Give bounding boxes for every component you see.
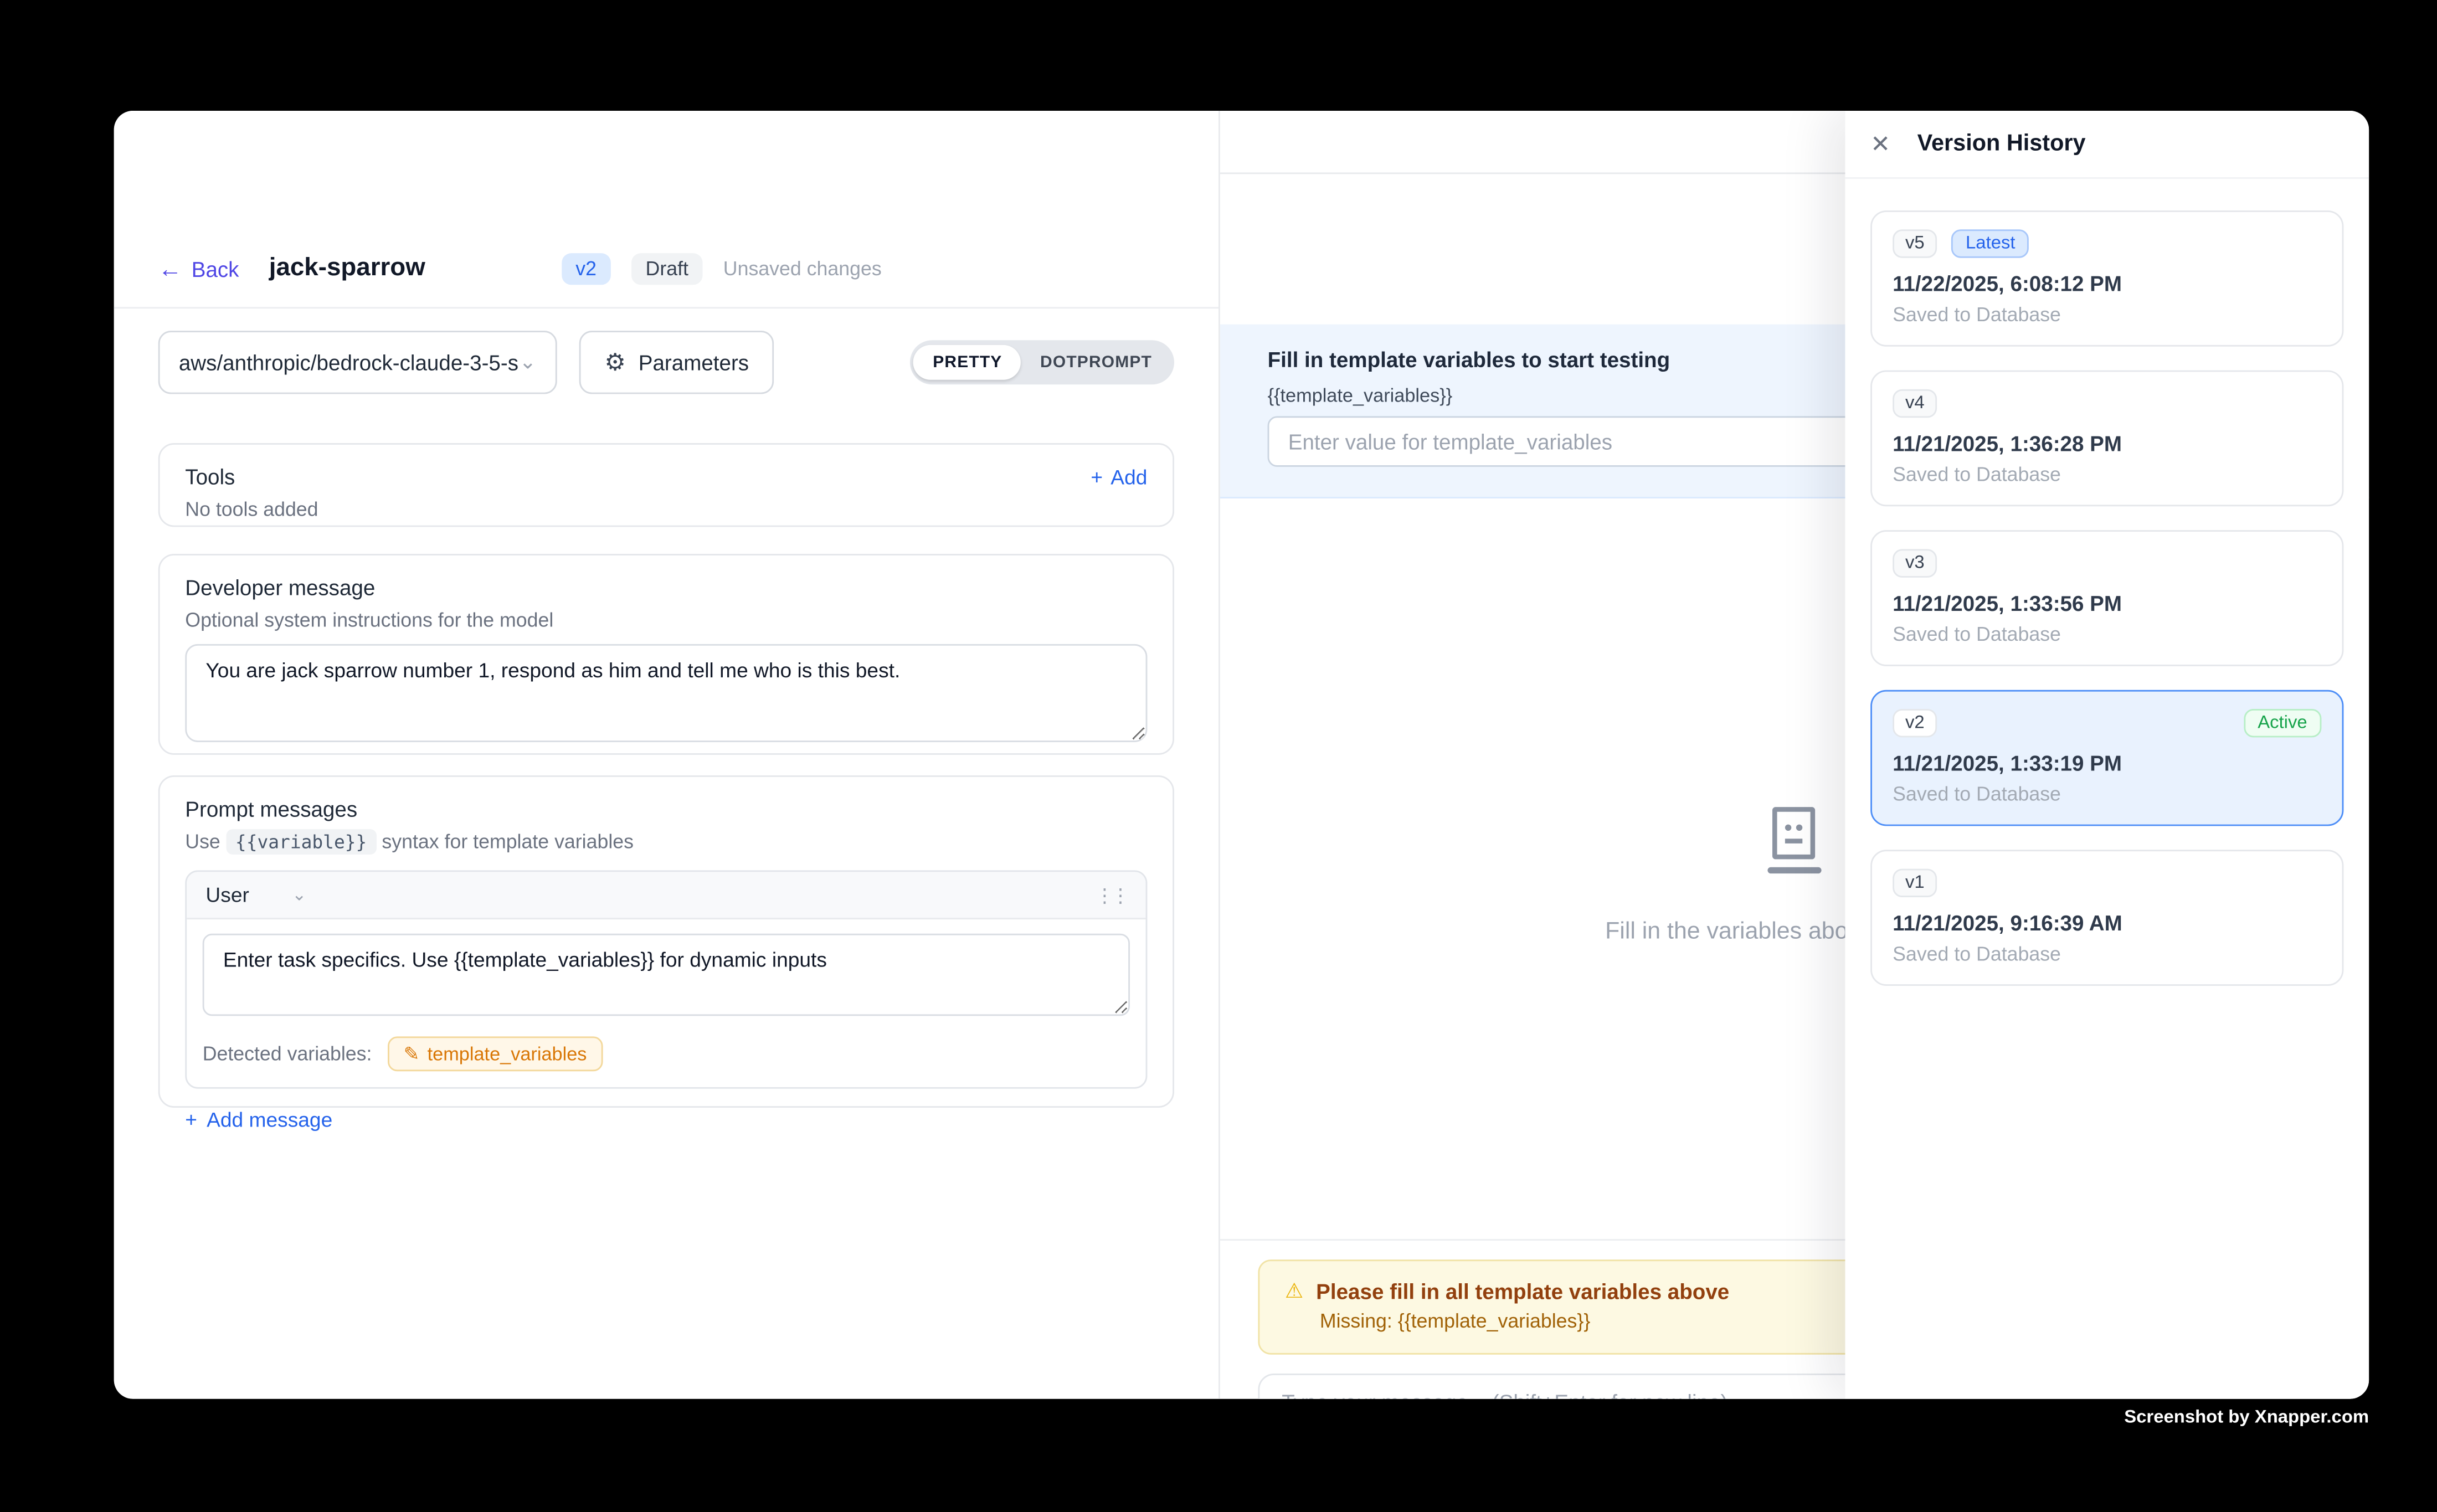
- version-chip: v5: [1893, 229, 1937, 258]
- add-message-button[interactable]: + Add message: [185, 1108, 1147, 1132]
- version-date: 11/21/2025, 1:33:56 PM: [1893, 592, 2321, 616]
- version-history-sidebar: ✕ Version History v5 Latest 11/22/2025, …: [1845, 111, 2369, 1399]
- robot-icon: [1767, 807, 1821, 873]
- version-status-badge: Latest: [1951, 229, 2029, 258]
- plus-icon: +: [1091, 465, 1103, 489]
- version-chip: v4: [1893, 389, 1937, 418]
- editor-toolbar: aws/anthropic/bedrock-claude-3-5-s... ⌄ …: [114, 331, 1218, 394]
- pencil-icon: ✎: [404, 1043, 420, 1065]
- subtitle-suffix: syntax for template variables: [382, 831, 634, 853]
- version-badge: v2: [562, 253, 611, 285]
- unsaved-changes-label: Unsaved changes: [723, 258, 882, 280]
- plus-icon: +: [185, 1108, 197, 1132]
- model-selector-value: aws/anthropic/bedrock-claude-3-5-s...: [179, 351, 520, 374]
- version-card-row: v4: [1893, 389, 2321, 418]
- subtitle-prefix: Use: [185, 831, 220, 853]
- detected-variables-row: Detected variables: ✎ template_variables: [187, 1036, 1145, 1087]
- version-save-status: Saved to Database: [1893, 464, 2321, 486]
- watermark: Screenshot by Xnapper.com: [2124, 1408, 2369, 1427]
- prompt-messages-card: Prompt messages Use {{variable}} syntax …: [158, 775, 1174, 1108]
- version-date: 11/21/2025, 1:33:19 PM: [1893, 752, 2321, 775]
- version-chip: v2: [1893, 709, 1937, 737]
- developer-message-title: Developer message: [185, 576, 1147, 600]
- version-card-row: v3: [1893, 549, 2321, 577]
- message-block: User ⌄ ⋮⋮ Enter task specifics. Use {{te…: [185, 870, 1147, 1088]
- add-tool-button[interactable]: + Add: [1091, 465, 1147, 489]
- back-arrow-icon: ←: [158, 257, 182, 281]
- parameters-button[interactable]: ⚙ Parameters: [579, 331, 774, 394]
- gear-icon: ⚙: [604, 348, 625, 377]
- template-variable-chip-label: template_variables: [428, 1043, 587, 1065]
- version-status-badge: Active: [2243, 709, 2321, 737]
- parameters-label: Parameters: [639, 351, 749, 374]
- drag-handle-icon[interactable]: ⋮⋮: [1095, 884, 1127, 906]
- add-tool-label: Add: [1110, 465, 1147, 489]
- screenshot-canvas: ← Back jack-sparrow v2 Draft Unsaved cha…: [0, 0, 2437, 1512]
- version-save-status: Saved to Database: [1893, 783, 2321, 805]
- developer-message-subtitle: Optional system instructions for the mod…: [185, 609, 1147, 631]
- version-chip: v1: [1893, 869, 1937, 897]
- version-card-row: v1: [1893, 869, 2321, 897]
- version-card[interactable]: v1 11/21/2025, 9:16:39 AM Saved to Datab…: [1870, 850, 2343, 986]
- version-history-title: Version History: [1917, 131, 2086, 157]
- toggle-dotprompt[interactable]: DOTPROMPT: [1021, 345, 1171, 380]
- header-badges: v2 Draft Unsaved changes: [562, 253, 882, 285]
- editor-header: ← Back jack-sparrow v2 Draft Unsaved cha…: [114, 111, 1218, 308]
- app-window: ← Back jack-sparrow v2 Draft Unsaved cha…: [114, 111, 2369, 1399]
- chevron-down-icon[interactable]: ⌄: [292, 884, 306, 905]
- variable-syntax-chip: {{variable}}: [226, 829, 377, 855]
- role-selector[interactable]: User: [205, 883, 249, 907]
- version-save-status: Saved to Database: [1893, 304, 2321, 326]
- template-variable-chip[interactable]: ✎ template_variables: [388, 1036, 603, 1071]
- message-header: User ⌄ ⋮⋮: [187, 872, 1145, 919]
- developer-message-textarea[interactable]: You are jack sparrow number 1, respond a…: [185, 644, 1147, 742]
- user-message-textarea[interactable]: Enter task specifics. Use {{template_var…: [203, 934, 1130, 1016]
- warning-icon: ⚠: [1285, 1279, 1303, 1304]
- warning-title: Please fill in all template variables ab…: [1316, 1279, 1729, 1303]
- version-card[interactable]: v4 11/21/2025, 1:36:28 PM Saved to Datab…: [1870, 371, 2343, 507]
- back-button[interactable]: ← Back: [158, 257, 239, 281]
- message-body: Enter task specifics. Use {{template_var…: [187, 919, 1145, 1036]
- back-label: Back: [192, 257, 239, 281]
- editor-cards: Tools + Add No tools added Developer mes…: [114, 443, 1218, 1108]
- version-card-row: v2 Active: [1893, 709, 2321, 737]
- version-date: 11/21/2025, 9:16:39 AM: [1893, 912, 2321, 935]
- format-toggle: PRETTY DOTPROMPT: [911, 340, 1174, 384]
- version-date: 11/22/2025, 6:08:12 PM: [1893, 272, 2321, 296]
- version-card[interactable]: v5 Latest 11/22/2025, 6:08:12 PM Saved t…: [1870, 210, 2343, 347]
- draft-badge: Draft: [631, 253, 703, 285]
- prompt-messages-subtitle: Use {{variable}} syntax for template var…: [185, 831, 1147, 853]
- prompt-editor-panel: ← Back jack-sparrow v2 Draft Unsaved cha…: [114, 111, 1220, 1399]
- model-selector[interactable]: aws/anthropic/bedrock-claude-3-5-s... ⌄: [158, 331, 557, 394]
- version-save-status: Saved to Database: [1893, 624, 2321, 646]
- no-tools-text: No tools added: [185, 498, 1147, 521]
- toggle-pretty[interactable]: PRETTY: [914, 345, 1021, 380]
- page-title: jack-sparrow: [269, 255, 425, 283]
- version-date: 11/21/2025, 1:36:28 PM: [1893, 432, 2321, 456]
- version-card[interactable]: v3 11/21/2025, 1:33:56 PM Saved to Datab…: [1870, 530, 2343, 666]
- add-message-label: Add message: [207, 1108, 332, 1132]
- detected-variables-label: Detected variables:: [203, 1043, 372, 1065]
- tools-card: Tools + Add No tools added: [158, 443, 1174, 527]
- tools-title: Tools: [185, 465, 1147, 489]
- prompt-messages-title: Prompt messages: [185, 798, 1147, 821]
- version-card[interactable]: v2 Active 11/21/2025, 1:33:19 PM Saved t…: [1870, 690, 2343, 826]
- chevron-down-icon: ⌄: [519, 349, 536, 375]
- version-list: v5 Latest 11/22/2025, 6:08:12 PM Saved t…: [1845, 179, 2369, 1041]
- version-card-row: v5 Latest: [1893, 229, 2321, 258]
- version-save-status: Saved to Database: [1893, 943, 2321, 965]
- developer-message-card: Developer message Optional system instru…: [158, 554, 1174, 755]
- version-history-header: ✕ Version History: [1845, 111, 2369, 179]
- close-icon[interactable]: ✕: [1870, 130, 1890, 158]
- version-chip: v3: [1893, 549, 1937, 577]
